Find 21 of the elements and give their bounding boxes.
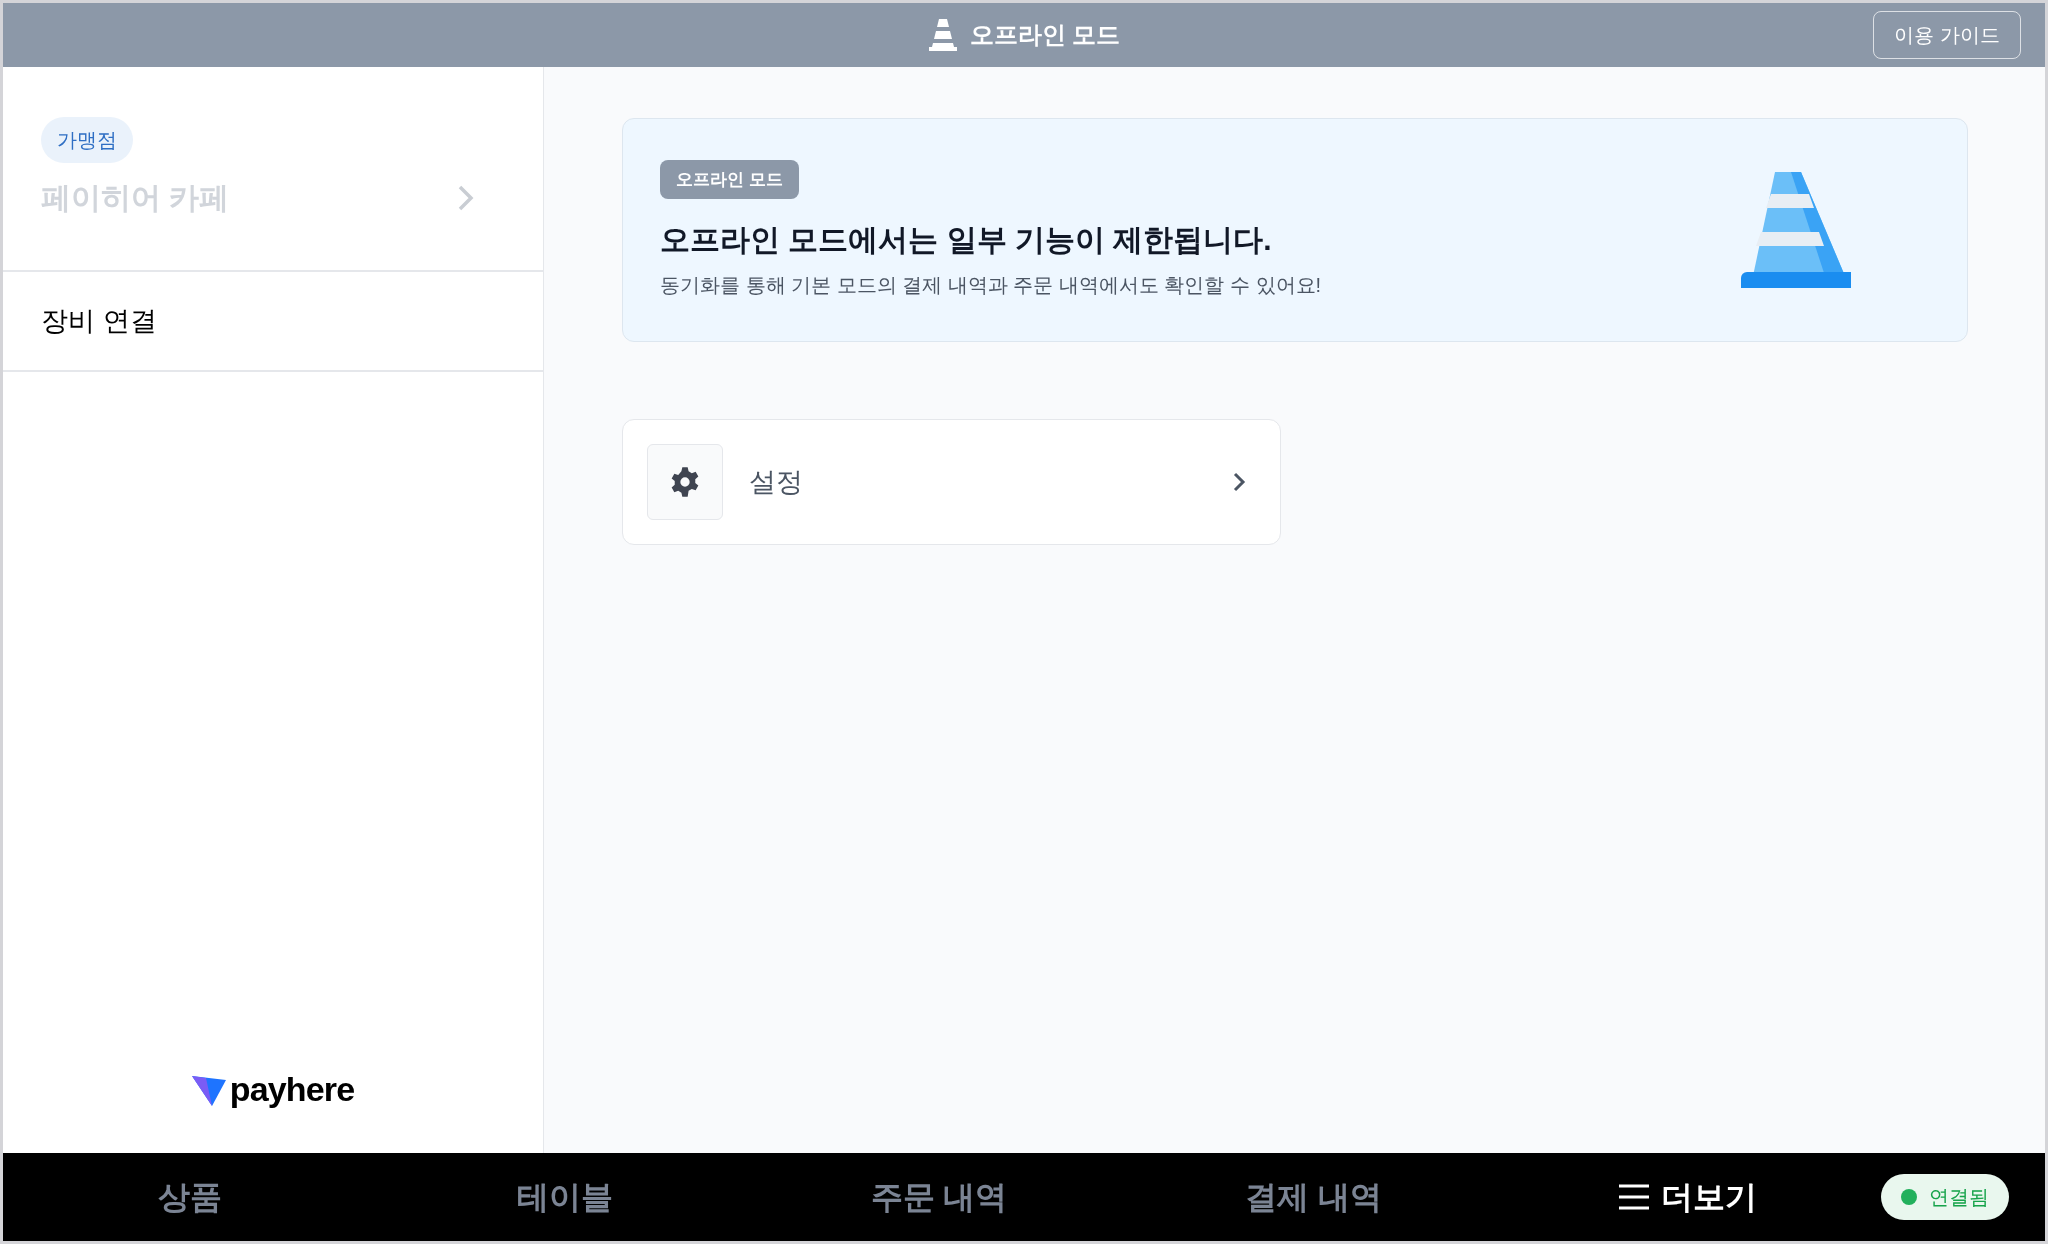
guide-button[interactable]: 이용 가이드 bbox=[1873, 11, 2021, 59]
banner-subtitle: 동기화를 통해 기본 모드의 결제 내역과 주문 내역에서도 확인할 수 있어요! bbox=[660, 273, 1322, 299]
traffic-cone-icon bbox=[927, 19, 958, 51]
logo-icon bbox=[191, 1073, 226, 1106]
connection-status: 연결됨 bbox=[1881, 1174, 2009, 1220]
logo-text: payhere bbox=[229, 1069, 355, 1110]
settings-card[interactable]: 설정 bbox=[622, 419, 1281, 545]
gear-icon bbox=[647, 444, 723, 520]
window-title: 오프라인 모드 bbox=[969, 20, 1121, 50]
menu-icon bbox=[1618, 1184, 1649, 1210]
nav-tab[interactable]: 상품 bbox=[3, 1153, 378, 1241]
nav-tab[interactable]: 주문 내역 bbox=[751, 1153, 1127, 1241]
banner-title: 오프라인 모드에서는 일부 기능이 제한됩니다. bbox=[660, 222, 1272, 259]
sidebar-item[interactable]: 장비 연결 bbox=[3, 272, 543, 372]
mode-badge: 오프라인 모드 bbox=[660, 159, 799, 200]
chevron-right-icon bbox=[457, 183, 475, 212]
chevron-right-icon bbox=[1232, 471, 1246, 493]
nav-tab[interactable]: 테이블 bbox=[377, 1153, 752, 1241]
store-badge: 가맹점 bbox=[41, 117, 133, 163]
nav-tab[interactable]: 결제 내역 bbox=[1126, 1153, 1501, 1241]
nav-tab[interactable]: 더보기 bbox=[1500, 1153, 1876, 1241]
